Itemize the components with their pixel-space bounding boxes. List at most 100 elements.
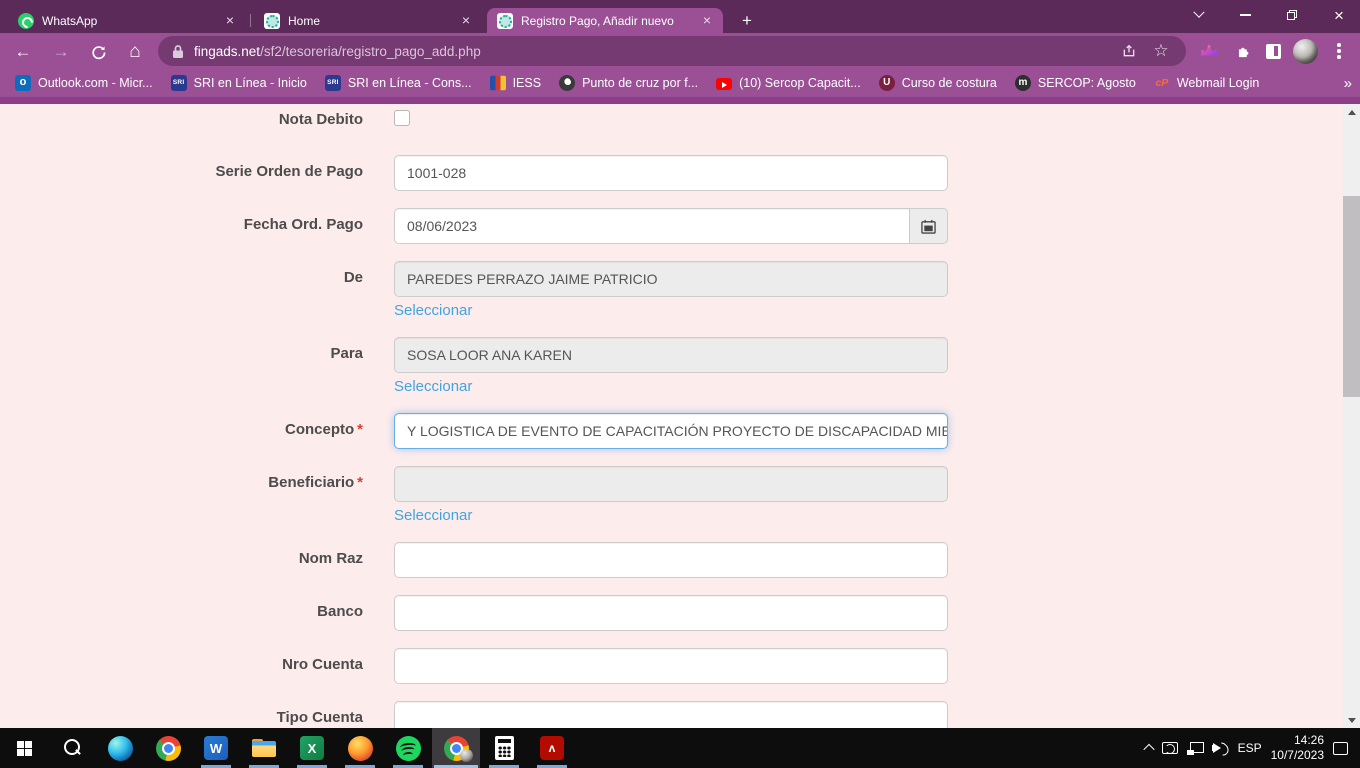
field-label: Nota Debito: [0, 109, 394, 128]
tab-close-icon[interactable]: ×: [699, 13, 715, 29]
taskbar-search-button[interactable]: [48, 728, 96, 768]
banco-input[interactable]: [394, 595, 948, 631]
tab-close-icon[interactable]: ×: [222, 13, 238, 29]
seleccionar-de-link[interactable]: Seleccionar: [394, 301, 472, 320]
start-button[interactable]: [0, 728, 48, 768]
chevron-down-icon: [1193, 7, 1204, 18]
windows-logo-icon: [17, 741, 32, 756]
new-tab-button[interactable]: +: [735, 9, 759, 33]
nom-raz-input[interactable]: [394, 542, 948, 578]
word-icon: W: [204, 736, 228, 760]
bookmark-label: Webmail Login: [1177, 76, 1259, 90]
tab-home[interactable]: Home ×: [254, 8, 482, 33]
tab-title: Registro Pago, Añadir nuevo: [521, 14, 693, 28]
bookmark-sercop-agosto[interactable]: mSERCOP: Agosto: [1006, 72, 1145, 94]
bookmark-curso-costura[interactable]: UCurso de costura: [870, 72, 1006, 94]
serie-orden-pago-input[interactable]: [394, 155, 948, 191]
tray-expand-chevron-icon[interactable]: [1143, 744, 1154, 755]
seleccionar-para-link[interactable]: Seleccionar: [394, 377, 472, 396]
bookmark-sri-inicio[interactable]: SRISRI en Línea - Inicio: [162, 72, 316, 94]
tab-whatsapp[interactable]: WhatsApp ×: [8, 8, 246, 33]
bookmark-label: Curso de costura: [902, 76, 997, 90]
firefox-icon: [348, 736, 373, 761]
page-scrollbar[interactable]: [1343, 104, 1360, 728]
extensions-button[interactable]: [1229, 38, 1255, 64]
reload-button[interactable]: [85, 39, 111, 65]
bookmark-label: (10) Sercop Capacit...: [739, 76, 861, 90]
running-indicator: [393, 765, 423, 768]
nota-debito-checkbox[interactable]: [394, 110, 410, 126]
minimize-button[interactable]: [1224, 0, 1266, 30]
share-button[interactable]: [1118, 40, 1140, 62]
taskbar-edge[interactable]: [96, 728, 144, 768]
profile-avatar-button[interactable]: [1292, 38, 1318, 64]
taskbar-file-explorer[interactable]: [240, 728, 288, 768]
url-path: /sf2/tesoreria/registro_pago_add.php: [260, 44, 481, 59]
tray-time: 14:26: [1271, 733, 1324, 748]
cpanel-icon: cP: [1154, 75, 1170, 91]
taskbar-excel[interactable]: X: [288, 728, 336, 768]
extension-pin-button[interactable]: [1196, 38, 1222, 64]
restore-button[interactable]: [1271, 0, 1313, 30]
taskbar-firefox[interactable]: [336, 728, 384, 768]
clock[interactable]: 14:26 10/7/2023: [1271, 733, 1324, 763]
outlook-icon: o: [15, 75, 31, 91]
concepto-input[interactable]: Y LOGISTICA DE EVENTO DE CAPACITACIÓN PR…: [394, 413, 948, 449]
side-panel-button[interactable]: [1260, 38, 1286, 64]
running-indicator: [434, 765, 478, 768]
system-tray: ESP 14:26 10/7/2023: [1145, 728, 1360, 768]
windows-taskbar: W X ʌ ESP 14:26 10/7/2023: [0, 728, 1360, 768]
fecha-orden-pago-input[interactable]: [394, 208, 910, 244]
page-content: Nota Debito Serie Orden de Pago Fecha Or…: [0, 97, 1360, 728]
network-icon[interactable]: [1187, 742, 1203, 755]
browser-titlebar: WhatsApp × Home × Registro Pago, Añadir …: [0, 0, 1360, 33]
bookmark-iess[interactable]: IESS: [481, 72, 551, 94]
url-text: fingads.net/sf2/tesoreria/registro_pago_…: [194, 44, 1108, 59]
taskbar-chrome[interactable]: [144, 728, 192, 768]
spotify-icon: [396, 736, 421, 761]
taskbar-word[interactable]: W: [192, 728, 240, 768]
taskbar-spotify[interactable]: [384, 728, 432, 768]
back-button[interactable]: ←: [10, 39, 36, 65]
browser-menu-button[interactable]: [1326, 38, 1352, 64]
forward-button[interactable]: →: [48, 39, 74, 65]
share-icon: [1121, 43, 1137, 59]
taskbar-chrome-active[interactable]: [432, 728, 480, 768]
speaker-icon[interactable]: [1212, 741, 1229, 755]
scroll-up-arrow[interactable]: [1343, 104, 1360, 120]
action-center-icon[interactable]: [1333, 742, 1348, 755]
cast-display-icon[interactable]: [1162, 742, 1178, 754]
url-host: fingads.net: [194, 44, 260, 59]
minimize-icon: [1240, 14, 1251, 16]
bookmarks-overflow-chevron[interactable]: »: [1344, 75, 1352, 92]
taskbar-calculator[interactable]: [480, 728, 528, 768]
bookmark-star-button[interactable]: ☆: [1150, 40, 1172, 62]
concepto-value: Y LOGISTICA DE EVENTO DE CAPACITACIÓN PR…: [407, 423, 948, 439]
scroll-down-arrow[interactable]: [1343, 712, 1360, 728]
fingads-favicon-icon: [497, 13, 513, 29]
nro-cuenta-input[interactable]: [394, 648, 948, 684]
site-navbar-edge: [0, 97, 1360, 104]
calculator-icon: [495, 736, 514, 760]
tab-search-chevron-button[interactable]: [1178, 0, 1220, 30]
tab-registro-pago[interactable]: Registro Pago, Añadir nuevo ×: [487, 8, 723, 33]
form-row: Banco: [0, 595, 1343, 631]
bookmark-sercop-youtube[interactable]: (10) Sercop Capacit...: [707, 72, 870, 94]
bookmark-label: IESS: [513, 76, 542, 90]
whatsapp-icon: [18, 13, 34, 29]
scrollbar-thumb[interactable]: [1343, 196, 1360, 397]
puzzle-icon: [1234, 43, 1251, 60]
tab-close-icon[interactable]: ×: [458, 13, 474, 29]
calendar-addon-button[interactable]: [910, 208, 948, 244]
kebab-menu-icon: [1337, 49, 1341, 53]
seleccionar-beneficiario-link[interactable]: Seleccionar: [394, 506, 472, 525]
bookmark-outlook[interactable]: oOutlook.com - Micr...: [6, 72, 162, 94]
address-bar[interactable]: fingads.net/sf2/tesoreria/registro_pago_…: [158, 36, 1186, 66]
language-indicator[interactable]: ESP: [1238, 741, 1262, 755]
bookmark-punto-de-cruz[interactable]: Punto de cruz por f...: [550, 72, 707, 94]
home-button[interactable]: ⌂: [122, 39, 148, 65]
close-button[interactable]: ×: [1318, 0, 1360, 30]
bookmark-sri-consultas[interactable]: SRISRI en Línea - Cons...: [316, 72, 481, 94]
bookmark-webmail[interactable]: cP Webmail Login: [1145, 72, 1268, 94]
taskbar-acrobat[interactable]: ʌ: [528, 728, 576, 768]
